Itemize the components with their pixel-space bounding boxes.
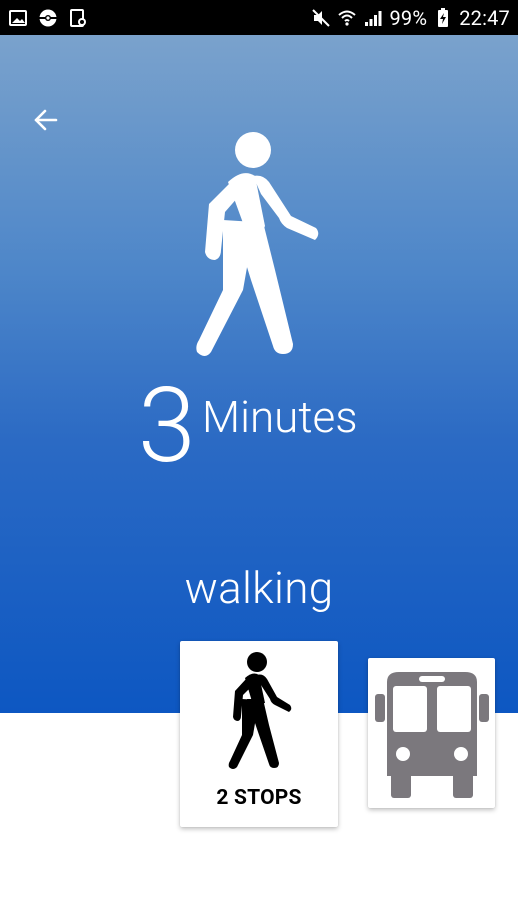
mute-icon xyxy=(311,8,331,28)
walking-person-icon xyxy=(193,130,328,368)
status-bar: 99% 22:47 xyxy=(0,0,518,35)
status-bar-left xyxy=(0,8,88,28)
duration-unit: Minutes xyxy=(202,391,358,443)
travel-mode-label: walking xyxy=(184,562,334,614)
step-stops-label: 2 STOPS xyxy=(216,786,302,810)
bus-icon xyxy=(373,668,491,800)
signal-icon xyxy=(363,8,383,28)
document-sync-icon xyxy=(68,8,88,28)
step-card-bus[interactable] xyxy=(368,658,495,808)
walking-person-icon xyxy=(227,651,297,775)
battery-charging-icon xyxy=(433,7,453,28)
arrow-left-icon xyxy=(32,106,60,138)
duration-value: 3 xyxy=(138,366,196,487)
status-bar-right: 99% 22:47 xyxy=(311,6,518,30)
wifi-icon xyxy=(337,8,357,28)
clock: 22:47 xyxy=(459,5,510,30)
step-card-walk[interactable]: 2 STOPS xyxy=(180,641,338,827)
pokeball-icon xyxy=(38,8,58,28)
duration-display: 3 Minutes xyxy=(0,375,518,503)
battery-percent: 99% xyxy=(389,5,428,30)
image-icon xyxy=(8,8,28,28)
back-button[interactable] xyxy=(28,104,64,140)
